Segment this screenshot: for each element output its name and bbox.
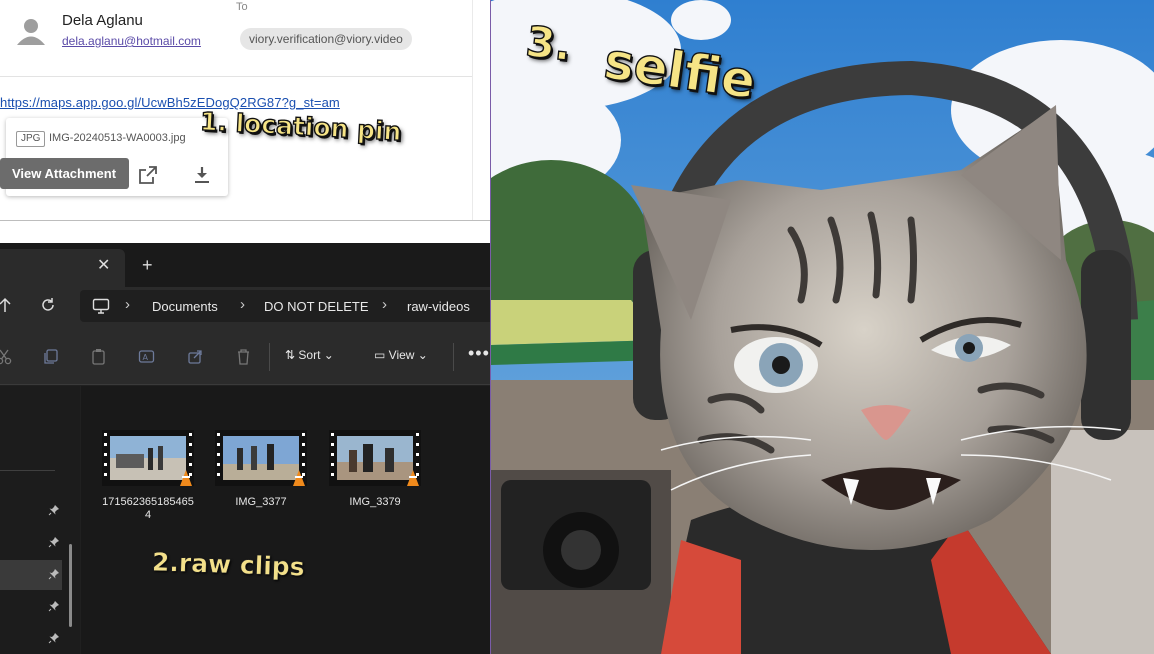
open-external-icon[interactable] <box>138 165 158 185</box>
file-name: IMG_3377 <box>235 496 287 508</box>
sort-label: Sort <box>298 348 321 362</box>
sender-email-link[interactable]: dela.aglanu@hotmail.com <box>62 34 201 48</box>
navigation-pane <box>0 386 80 654</box>
nav-item[interactable] <box>0 496 62 526</box>
video-file-item[interactable]: IMG_3377 <box>215 430 307 509</box>
pin-icon <box>48 569 59 580</box>
view-attachment-button[interactable]: View Attachment <box>0 158 129 189</box>
view-button[interactable]: ▭ View ⌄ <box>374 348 428 362</box>
recipient-chip[interactable]: viory.verification@viory.video <box>240 28 412 50</box>
nav-item-selected[interactable] <box>0 560 62 590</box>
paste-icon[interactable] <box>90 348 107 365</box>
email-scroll-edge <box>472 0 490 220</box>
svg-text:A: A <box>143 353 149 362</box>
this-pc-icon[interactable] <box>92 298 110 314</box>
download-icon[interactable] <box>192 165 212 185</box>
view-label: View <box>388 348 415 362</box>
up-arrow-icon[interactable] <box>0 297 12 313</box>
pin-icon <box>48 505 59 516</box>
refresh-icon[interactable] <box>40 297 56 313</box>
toolbar-separator <box>269 343 270 371</box>
video-thumbnail <box>102 430 194 486</box>
video-thumbnail <box>329 430 421 486</box>
header-divider <box>0 76 472 77</box>
attachment-card: JPG IMG-20240513-WA0003.jpg View Attachm… <box>0 118 228 196</box>
breadcrumb-chevron-icon[interactable]: › <box>382 296 387 313</box>
view-icon: ▭ <box>374 348 389 362</box>
pin-icon <box>48 633 59 644</box>
maps-link[interactable]: https://maps.app.goo.gl/UcwBh5zEDogQ2RG8… <box>0 95 340 110</box>
selfie-image <box>490 0 1154 654</box>
copy-icon[interactable] <box>42 348 59 365</box>
nav-item[interactable] <box>0 592 62 622</box>
file-type-badge: JPG <box>16 131 46 147</box>
pin-icon <box>48 537 59 548</box>
pin-icon <box>48 601 59 612</box>
to-label: To <box>236 1 248 13</box>
video-file-item[interactable]: 171562365185465 4 <box>102 430 194 522</box>
nav-item[interactable] <box>0 528 62 558</box>
cut-icon[interactable] <box>0 348 13 365</box>
breadcrumb-documents[interactable]: Documents <box>152 299 218 314</box>
sort-icon: ⇅ <box>285 348 299 362</box>
video-file-item[interactable]: IMG_3379 <box>329 430 421 509</box>
close-tab-icon[interactable]: ✕ <box>97 255 110 275</box>
email-footer <box>0 220 490 243</box>
sort-button[interactable]: ⇅ Sort ⌄ <box>285 348 334 362</box>
avatar-icon <box>17 19 45 45</box>
more-options-icon[interactable]: ••• <box>468 343 490 364</box>
rename-icon[interactable]: A <box>138 348 155 365</box>
share-icon[interactable] <box>187 348 204 365</box>
chevron-down-icon: ⌄ <box>320 348 334 362</box>
annotation-raw-clips: 2.raw clips <box>151 547 306 582</box>
file-name: IMG_3379 <box>349 496 401 508</box>
nav-scrollbar[interactable] <box>69 544 72 627</box>
breadcrumb-chevron-icon[interactable]: › <box>240 296 245 313</box>
chevron-down-icon: ⌄ <box>414 348 428 362</box>
annotation-selfie-number: 3. <box>523 16 574 71</box>
delete-icon[interactable] <box>235 348 252 365</box>
file-explorer-window: ✕ + › Documents › DO NOT DELETE › raw-vi… <box>0 243 490 654</box>
breadcrumb-chevron-icon[interactable]: › <box>125 296 130 313</box>
sender-name: Dela Aglanu <box>62 12 143 29</box>
nav-separator <box>0 470 55 471</box>
video-thumbnail <box>215 430 307 486</box>
nav-item[interactable] <box>0 624 62 654</box>
breadcrumb-do-not-delete[interactable]: DO NOT DELETE <box>264 299 369 314</box>
attachment-file-name: IMG-20240513-WA0003.jpg <box>49 132 186 144</box>
cat-selfie-photo <box>491 0 1154 654</box>
breadcrumb-raw-videos[interactable]: raw-videos <box>407 299 470 314</box>
toolbar-separator <box>453 343 454 371</box>
new-tab-icon[interactable]: + <box>142 255 153 276</box>
file-name: 171562365185465 4 <box>102 496 194 521</box>
